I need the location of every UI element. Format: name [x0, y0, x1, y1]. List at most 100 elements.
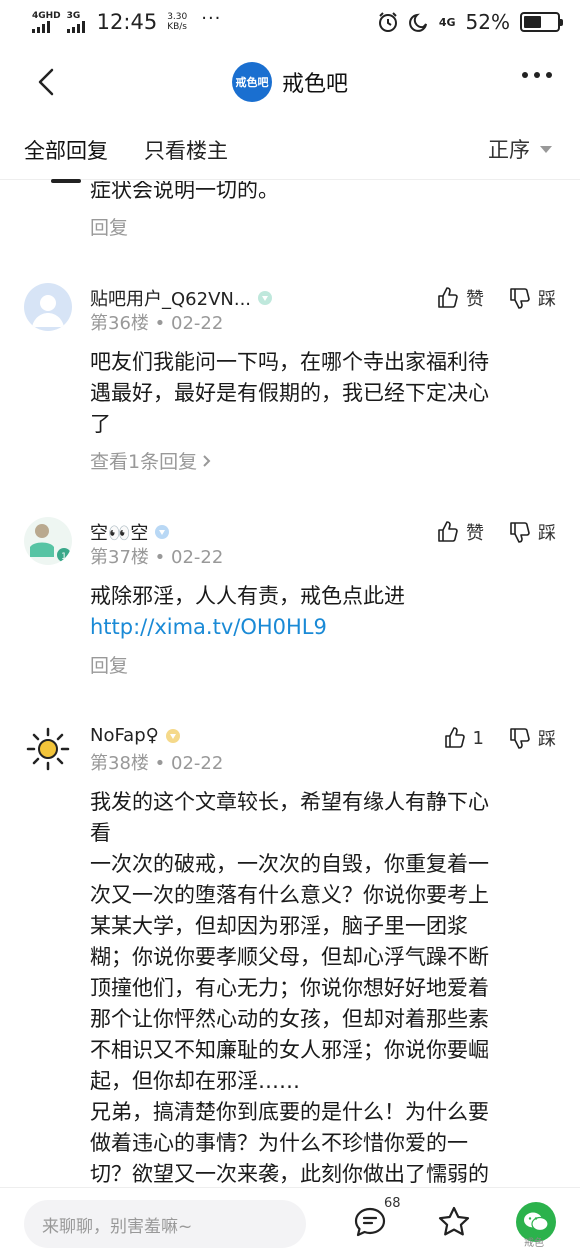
post-date: 02-22: [171, 313, 224, 334]
like-button[interactable]: 赞: [436, 519, 484, 545]
username[interactable]: 贴吧用户_Q62VN...: [90, 285, 273, 311]
svg-text:1: 1: [61, 552, 67, 562]
like-button[interactable]: 1: [443, 726, 484, 750]
network-type-3: 4G: [438, 15, 456, 29]
reply-button[interactable]: 回复: [90, 213, 550, 240]
forum-logo: 戒色吧: [231, 62, 272, 102]
wechat-icon: [524, 1212, 549, 1232]
status-bar: 4GHD 3G 12:45 3.30 KB/s ··· 4G 52%: [0, 0, 580, 44]
dislike-label: 踩: [538, 289, 556, 310]
comment-count: 68: [384, 1196, 401, 1211]
star-icon[interactable]: [436, 1204, 472, 1240]
post-line: 那个让你怦然心动的女孩，但却对着那些素: [90, 1007, 489, 1031]
comment-placeholder: 来聊聊，别害羞嘛~: [42, 1216, 193, 1237]
comment-icon[interactable]: [352, 1204, 388, 1240]
like-count: 1: [472, 727, 484, 749]
avatar[interactable]: [24, 725, 72, 773]
watermark: 戒色: [524, 1238, 544, 1249]
post-line: 某某大学，但却因为邪淫，脑子里一团浆: [90, 914, 468, 938]
moon-icon: [408, 13, 427, 32]
post-line: 切？欲望又一次来袭，此刻你做出了懦弱的: [90, 1162, 489, 1186]
username-text: NoFap♀: [90, 725, 159, 746]
meta-separator: •: [154, 753, 166, 774]
username-text: 贴吧用户_Q62VN...: [90, 289, 252, 310]
post-content: 我发的这个文章较长，希望有缘人有静下心 看 一次次的破戒，一次次的自毁，你重复着…: [90, 787, 550, 1187]
thumbs-up-icon: [438, 287, 458, 308]
network-type-1: 4GHD: [32, 11, 61, 21]
post-line: 吧友们我能问一下吗，在哪个寺出家福利待: [90, 350, 489, 374]
thumbs-up-icon: [438, 521, 458, 542]
post-line: 做着违心的事情？为什么不珍惜你爱的一: [90, 1131, 468, 1155]
view-replies-label: 查看1条回复: [90, 451, 198, 473]
post-line: 我发的这个文章较长，希望有缘人有静下心: [90, 790, 489, 814]
forum-name: 戒色吧: [281, 72, 348, 97]
reply-list[interactable]: 症状会说明一切的。 回复 贴吧用户_Q62VN... 第36楼 • 02-22 …: [0, 181, 580, 1187]
post-line: 糊；你说你要孝顺父母，但却心浮气躁不断: [90, 945, 489, 969]
forum-title[interactable]: 戒色吧 戒色吧: [231, 62, 348, 102]
meta-separator: •: [154, 547, 166, 568]
reply-button[interactable]: 回复: [90, 651, 550, 678]
avatar[interactable]: [24, 283, 72, 331]
post-line: 兄弟，搞清楚你到底要的是什么！为什么要: [90, 1100, 489, 1124]
floor-number: 第37楼: [90, 547, 149, 568]
level-badge-icon: [258, 291, 273, 305]
chevron-right-icon: [203, 454, 211, 467]
like-button[interactable]: 赞: [436, 285, 484, 311]
post-date: 02-22: [171, 547, 224, 568]
nav-bar: 戒色吧 戒色吧: [0, 44, 580, 120]
post-actions: 赞 踩: [436, 285, 556, 311]
dislike-label: 踩: [538, 729, 556, 750]
dislike-button[interactable]: 踩: [508, 725, 556, 751]
post-actions: 赞 踩: [436, 519, 556, 545]
network-type-2: 3G: [66, 11, 81, 21]
username[interactable]: NoFap♀: [90, 725, 181, 746]
dislike-button[interactable]: 踩: [508, 519, 556, 545]
reply-tabs: 全部回复 只看楼主 正序: [0, 120, 580, 183]
chevron-down-icon: [540, 145, 552, 153]
battery-icon: [520, 12, 563, 32]
tab-op-only[interactable]: 只看楼主: [144, 135, 228, 165]
like-label: 赞: [466, 289, 484, 310]
username[interactable]: 空👀空: [90, 519, 170, 545]
post-line: 不相识又不知廉耻的女人邪淫；你说你要崛: [90, 1038, 489, 1062]
tab-all-replies[interactable]: 全部回复: [24, 135, 108, 183]
sort-label: 正序: [488, 138, 530, 162]
more-options-icon[interactable]: [522, 72, 552, 78]
signal-1: 4GHD: [32, 11, 61, 33]
sort-dropdown[interactable]: 正序: [488, 134, 552, 164]
comment-input[interactable]: 来聊聊，别害羞嘛~: [24, 1200, 306, 1248]
post-line: 戒除邪淫，人人有责，戒色点此进: [90, 584, 405, 608]
fragment-text: 症状会说明一切的。: [90, 181, 279, 202]
bottom-bar: 来聊聊，别害羞嘛~ 68 戒色: [0, 1187, 580, 1257]
post-line: 看: [90, 821, 111, 845]
post-line: 起，但你却在邪淫……: [90, 1069, 300, 1093]
post-meta: 第36楼 • 02-22: [90, 309, 223, 335]
username-text: 空👀空: [90, 523, 149, 544]
post-meta: 第38楼 • 02-22: [90, 749, 223, 775]
thumbs-down-icon: [510, 522, 530, 543]
dislike-label: 踩: [538, 523, 556, 544]
post-line: 顶撞他们，有心无力；你说你想好好地爱着: [90, 976, 489, 1000]
avatar[interactable]: 1: [24, 517, 72, 565]
post-date: 02-22: [171, 753, 224, 774]
thumbs-up-icon: [444, 727, 465, 748]
post-line: 次又一次的堕落有什么意义？你说你要考上: [90, 883, 489, 907]
post-link[interactable]: http://xima.tv/OH0HL9: [90, 615, 550, 639]
battery-percent: 52%: [465, 10, 510, 34]
view-replies-link[interactable]: 查看1条回复: [90, 447, 550, 474]
level-badge-icon: [165, 728, 180, 743]
thumbs-down-icon: [510, 728, 530, 749]
network-speed: 3.30 KB/s: [167, 12, 187, 32]
post-content: 吧友们我能问一下吗，在哪个寺出家福利待 遇最好，最好是有假期的，我已经下定决心 …: [90, 347, 550, 440]
back-arrow-icon[interactable]: [30, 64, 66, 100]
dislike-button[interactable]: 踩: [508, 285, 556, 311]
level-badge-icon: [155, 525, 170, 539]
post-content: 戒除邪淫，人人有责，戒色点此进: [90, 581, 550, 612]
like-label: 赞: [466, 523, 484, 544]
speed-value: 3.30: [167, 12, 188, 22]
clock: 12:45: [96, 10, 158, 34]
meta-separator: •: [154, 313, 166, 334]
post-line: 了: [90, 412, 111, 436]
post-line: 一次次的破戒，一次次的自毁，你重复着一: [90, 852, 489, 876]
floor-number: 第36楼: [90, 313, 149, 334]
